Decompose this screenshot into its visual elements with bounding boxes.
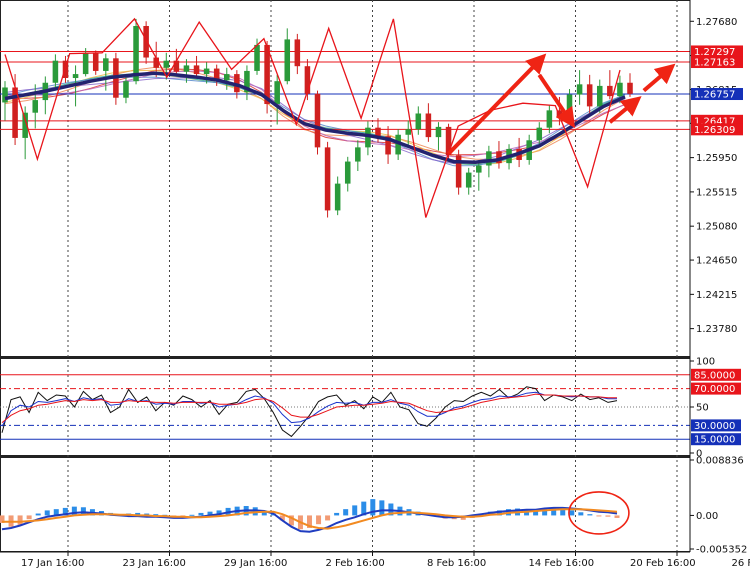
candle-body — [435, 126, 442, 138]
candle-body — [274, 81, 280, 105]
macd-histogram-bar — [352, 505, 358, 516]
candle-body — [103, 58, 109, 71]
macd-histogram-bar — [569, 510, 575, 516]
price-tick-label: 1.24215 — [696, 290, 737, 301]
candle-body — [284, 39, 291, 82]
macd-histogram-bar — [325, 515, 331, 521]
macd-histogram-bar — [596, 515, 602, 517]
candle-body — [203, 68, 210, 75]
candle-body — [344, 161, 351, 184]
candle-body — [254, 44, 260, 71]
candle-body — [82, 52, 89, 75]
macd-tick-label: -0.005352 — [696, 545, 747, 556]
candle-body — [314, 93, 321, 148]
x-tick-label: 14 Feb 16:00 — [529, 558, 595, 569]
candle-body — [476, 165, 482, 173]
candle-body — [405, 129, 411, 135]
price-tick-label: 1.25080 — [696, 222, 737, 233]
candle-body — [586, 84, 593, 107]
trend-arrow — [537, 73, 576, 129]
macd-histogram-bar — [26, 515, 32, 520]
price-tick-label: 1.25515 — [696, 187, 737, 198]
level-tag-label: 70.0000 — [694, 384, 735, 395]
chart-window: 1.276801.272451.268151.263851.259501.255… — [0, 0, 750, 573]
axes: 1.276801.272451.268151.263851.259501.255… — [0, 0, 750, 569]
candle-body — [123, 81, 129, 98]
candle-body — [92, 52, 99, 71]
candle-body — [576, 84, 583, 95]
x-tick-label: 29 Jan 16:00 — [224, 558, 287, 569]
level-tag-label: 15.0000 — [694, 435, 735, 446]
macd-histogram-bar — [334, 512, 340, 516]
macd-histogram-bar — [316, 515, 322, 525]
candle-body — [465, 172, 472, 188]
candle-body — [607, 85, 613, 97]
macd-tick-label: 0.008836 — [696, 456, 744, 467]
macd-histogram-bar — [605, 515, 611, 517]
candle-body — [486, 151, 492, 166]
candle-body — [546, 110, 553, 128]
candle-body — [32, 100, 39, 113]
x-tick-label: 23 Jan 16:00 — [123, 558, 186, 569]
candle-body — [415, 113, 422, 130]
candle-body — [173, 60, 180, 72]
trend-arrow — [642, 63, 676, 93]
macd-histogram-bar — [189, 514, 195, 516]
x-tick-label: 26 Feb 16:00 — [732, 558, 750, 569]
candle-body — [72, 74, 79, 79]
panel-frame — [0, 457, 691, 552]
x-tick-label: 17 Jan 16:00 — [21, 558, 84, 569]
candle-body — [294, 39, 301, 67]
macd-histogram-bar — [44, 510, 50, 516]
trading-chart: 1.276801.272451.268151.263851.259501.255… — [0, 0, 750, 569]
macd-histogram-bar — [587, 514, 593, 516]
candle-body — [334, 183, 341, 211]
price-panel — [0, 17, 690, 218]
candle-body — [536, 127, 543, 141]
oscillator-line — [1, 391, 617, 427]
zigzag-line — [4, 17, 621, 218]
macd-histogram-bar — [17, 515, 23, 525]
candle-body — [143, 26, 149, 58]
macd-histogram-bar — [614, 515, 620, 518]
candle-body — [183, 65, 190, 72]
oscillator-tick-label: 50 — [696, 403, 709, 414]
candle-body — [224, 74, 230, 81]
price-tick-label: 1.23780 — [696, 324, 737, 335]
candle-body — [596, 85, 603, 107]
trend-arrow — [447, 53, 547, 156]
highlight-circle — [568, 491, 630, 535]
level-tag-label: 85.0000 — [694, 370, 735, 381]
price-tag-label: 1.27163 — [694, 58, 735, 69]
macd-histogram-bar — [35, 513, 41, 516]
price-tag-label: 1.26757 — [694, 90, 735, 101]
oscillator-tick-label: 100 — [696, 357, 715, 368]
candle-body — [355, 147, 361, 162]
candle-body — [52, 60, 59, 83]
candle-body — [163, 60, 170, 68]
candle-body — [627, 82, 633, 94]
macd-histogram-bar — [343, 509, 349, 516]
candle-body — [2, 87, 8, 103]
x-tick-label: 8 Feb 16:00 — [427, 558, 486, 569]
macd-histogram-bar — [379, 500, 385, 516]
candle-body — [425, 113, 432, 138]
price-tick-label: 1.27680 — [696, 17, 737, 28]
x-tick-label: 2 Feb 16:00 — [326, 558, 385, 569]
macd-histogram-bar — [578, 512, 584, 516]
level-tag-label: 30.0000 — [694, 421, 735, 432]
x-tick-label: 20 Feb 16:00 — [630, 558, 696, 569]
price-tag-label: 1.26309 — [694, 125, 735, 136]
macd-panel — [0, 491, 630, 535]
candle-body — [324, 147, 331, 211]
candle-body — [193, 65, 200, 75]
candle-body — [617, 82, 623, 97]
macd-tick-label: 0.00 — [696, 511, 718, 522]
candle-body — [375, 127, 381, 137]
macd-histogram-bar — [198, 512, 204, 516]
price-tick-label: 1.24650 — [696, 256, 737, 267]
price-tick-label: 1.25950 — [696, 153, 737, 164]
oscillator-panel — [0, 374, 690, 440]
